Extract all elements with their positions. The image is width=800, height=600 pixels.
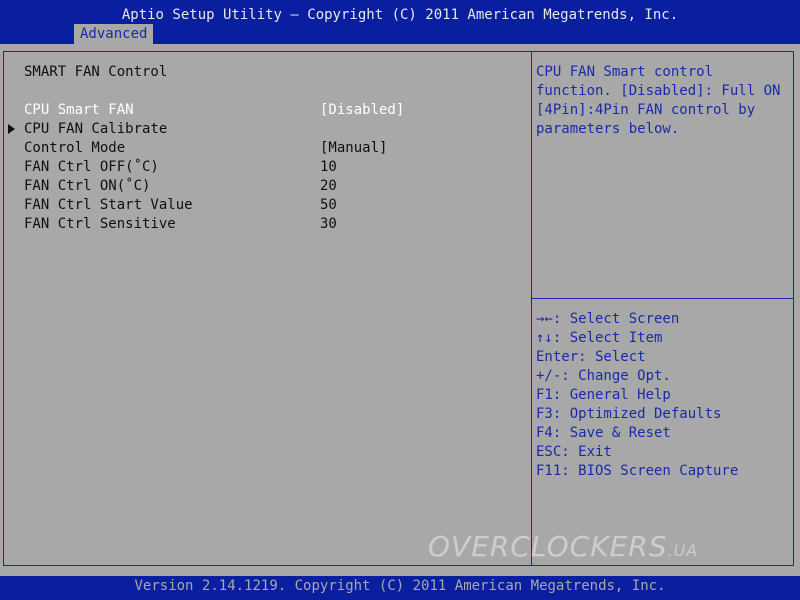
- setting-label: Control Mode: [24, 140, 126, 156]
- key-hint-enter: Enter: Select: [536, 349, 646, 365]
- watermark-text: OVERCLOCKERS: [428, 530, 668, 563]
- setting-label: CPU Smart FAN: [24, 102, 134, 118]
- setting-cpu-fan-calibrate[interactable]: CPU FAN Calibrate: [24, 120, 167, 139]
- setting-fan-ctrl-off[interactable]: FAN Ctrl OFF(˚C) 10: [24, 158, 337, 177]
- watermark: OVERCLOCKERS.UA: [428, 530, 698, 563]
- setting-fan-ctrl-on[interactable]: FAN Ctrl ON(˚C) 20: [24, 177, 337, 196]
- setting-fan-ctrl-sensitive[interactable]: FAN Ctrl Sensitive 30: [24, 215, 337, 234]
- setting-value[interactable]: 30: [320, 215, 337, 234]
- watermark-tld: .UA: [667, 541, 699, 560]
- section-title: SMART FAN Control: [24, 64, 168, 80]
- setting-value[interactable]: 20: [320, 177, 337, 196]
- key-hint-save-reset: F4: Save & Reset: [536, 425, 671, 441]
- submenu-arrow-icon: [8, 124, 15, 134]
- key-hint-select-item: ↑↓: Select Item: [536, 330, 663, 346]
- setting-label: CPU FAN Calibrate: [24, 121, 168, 137]
- help-description-line: parameters below.: [536, 121, 680, 137]
- help-description-line: [4Pin]:4Pin FAN control by: [536, 102, 756, 118]
- tab-advanced[interactable]: Advanced: [74, 24, 154, 44]
- setting-value[interactable]: 10: [320, 158, 337, 177]
- help-divider: [532, 298, 793, 299]
- setting-label: FAN Ctrl ON(˚C): [24, 178, 151, 194]
- key-hint-screen-capture: F11: BIOS Screen Capture: [536, 463, 739, 479]
- key-hint-change-opt: +/-: Change Opt.: [536, 368, 671, 384]
- setting-value[interactable]: 50: [320, 196, 337, 215]
- app-title: Aptio Setup Utility – Copyright (C) 2011…: [121, 7, 679, 23]
- setting-cpu-smart-fan[interactable]: CPU Smart FAN [Disabled]: [24, 101, 404, 120]
- setting-label: FAN Ctrl OFF(˚C): [24, 159, 159, 175]
- help-description-line: CPU FAN Smart control: [536, 64, 714, 80]
- key-hint-exit: ESC: Exit: [536, 444, 612, 460]
- setting-fan-ctrl-start-value[interactable]: FAN Ctrl Start Value 50: [24, 196, 337, 215]
- panel-divider: [531, 51, 532, 566]
- setting-control-mode[interactable]: Control Mode [Manual]: [24, 139, 387, 158]
- footer-bar: Version 2.14.1219. Copyright (C) 2011 Am…: [0, 576, 800, 600]
- key-hint-general-help: F1: General Help: [536, 387, 671, 403]
- setting-value[interactable]: [Disabled]: [320, 101, 404, 120]
- key-hint-optimized-defaults: F3: Optimized Defaults: [536, 406, 722, 422]
- version-text: Version 2.14.1219. Copyright (C) 2011 Am…: [134, 578, 666, 594]
- setting-label: FAN Ctrl Sensitive: [24, 216, 176, 232]
- help-description-line: function. [Disabled]: Full ON: [536, 83, 781, 99]
- setting-label: FAN Ctrl Start Value: [24, 197, 193, 213]
- title-bar: Aptio Setup Utility – Copyright (C) 2011…: [0, 0, 800, 44]
- key-hint-select-screen: →←: Select Screen: [536, 311, 680, 327]
- setting-value[interactable]: [Manual]: [320, 139, 387, 158]
